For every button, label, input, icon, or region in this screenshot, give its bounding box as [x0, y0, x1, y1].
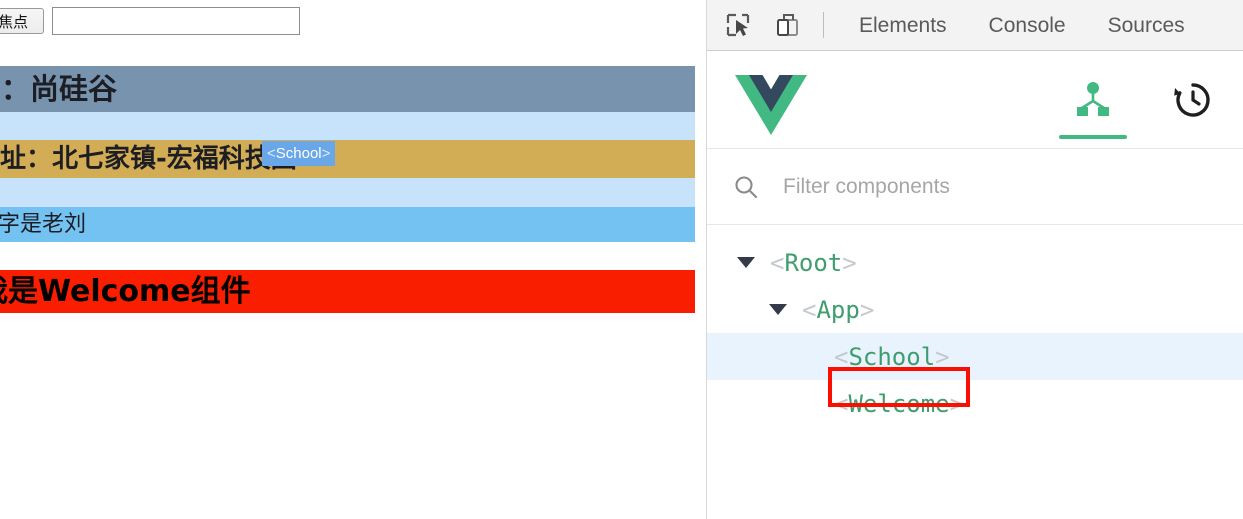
band-gap-1: [0, 112, 695, 140]
tree-node-welcome-label: <Welcome>: [831, 388, 967, 420]
tree-row-root[interactable]: <Root>: [707, 239, 1243, 286]
band-gap-3: [0, 242, 695, 270]
focus-input[interactable]: [52, 7, 300, 35]
tree-node-school-label: <School>: [831, 341, 953, 373]
application-page: 焦点 名：尚硅谷 地址：北七家镇-宏福科技园 名字是老刘 我是Welcome组件…: [0, 0, 707, 519]
bracket-open: <: [834, 342, 849, 371]
screen-root: 焦点 名：尚硅谷 地址：北七家镇-宏福科技园 名字是老刘 我是Welcome组件…: [0, 0, 1243, 519]
school-address-text: 地址：北七家镇-宏福科技园: [0, 144, 297, 174]
search-icon: [733, 174, 759, 200]
chevron-down-icon[interactable]: [737, 257, 755, 268]
component-tree: <Root> <App> <School> <Welcome>: [707, 225, 1243, 427]
toolbar-separator: [823, 12, 824, 38]
devtools-panel: Elements Console Sources Filter componen…: [707, 0, 1243, 519]
highlight-badge-close-bracket: >: [321, 145, 331, 162]
band-gap-2: [0, 178, 695, 207]
student-name-text: 名字是老刘: [0, 211, 87, 237]
tab-console[interactable]: Console: [968, 0, 1087, 51]
component-tree-icon: [1077, 82, 1109, 116]
inspect-element-icon[interactable]: [719, 6, 757, 44]
vue-panel-tabs: [1043, 51, 1243, 149]
highlight-badge-name: School: [275, 145, 322, 162]
bracket-close: >: [842, 248, 857, 277]
chevron-down-icon[interactable]: [769, 304, 787, 315]
get-focus-button[interactable]: 焦点: [0, 8, 44, 34]
bracket-close: >: [949, 389, 965, 418]
bracket-open: <: [834, 389, 849, 418]
tab-elements[interactable]: Elements: [838, 0, 968, 51]
vue-tab-components[interactable]: [1043, 51, 1143, 149]
device-toolbar-icon[interactable]: [769, 6, 807, 44]
welcome-component-text: 我是Welcome组件: [0, 273, 251, 309]
tree-row-app[interactable]: <App>: [707, 286, 1243, 333]
tree-node-root-label: <Root>: [767, 247, 860, 279]
tree-node-name: App: [816, 295, 860, 324]
component-filter-bar: [707, 149, 1243, 225]
history-clock-icon: [1174, 83, 1210, 117]
band-welcome-component: 我是Welcome组件: [0, 270, 695, 313]
band-student-name: 名字是老刘: [0, 207, 695, 242]
school-name-text: 名：尚硅谷: [0, 71, 118, 106]
devtools-toolbar: Elements Console Sources: [707, 0, 1243, 51]
tree-row-welcome[interactable]: <Welcome>: [707, 380, 1243, 427]
tree-node-name: School: [848, 342, 936, 371]
bracket-open: <: [770, 248, 785, 277]
vue-devtools-header: [707, 51, 1243, 149]
vue-tab-timeline[interactable]: [1143, 51, 1243, 149]
bracket-close: >: [859, 295, 875, 324]
tree-node-app-label: <App>: [799, 294, 877, 326]
focus-control-row: 焦点: [0, 7, 300, 35]
tree-node-name: Root: [784, 248, 843, 277]
tree-row-school[interactable]: <School>: [707, 333, 1243, 380]
component-highlight-badge: < School >: [262, 141, 336, 166]
tab-sources[interactable]: Sources: [1087, 0, 1206, 51]
bracket-open: <: [802, 295, 817, 324]
band-school-name: 名：尚硅谷: [0, 66, 695, 112]
tree-node-name: Welcome: [848, 389, 950, 418]
bracket-close: >: [935, 342, 950, 371]
highlight-badge-open-bracket: <: [267, 145, 276, 162]
vue-logo-icon: [735, 73, 807, 140]
filter-components-input[interactable]: [781, 173, 1243, 200]
band-school-address: 地址：北七家镇-宏福科技园: [0, 140, 695, 178]
